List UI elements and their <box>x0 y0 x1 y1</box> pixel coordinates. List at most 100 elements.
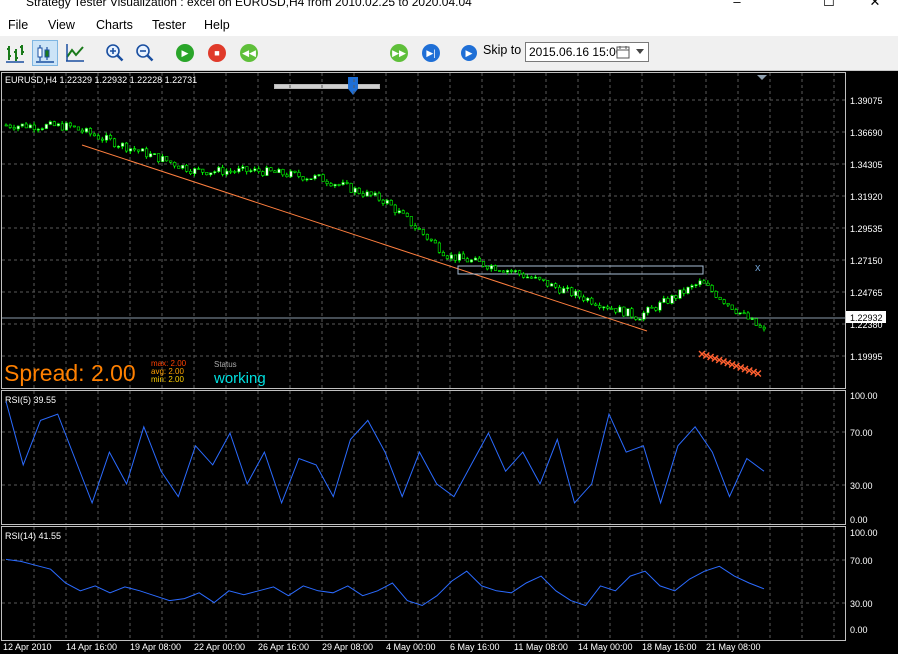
candle-body <box>60 123 64 131</box>
toolbar: ▶ ■ ◀◀ ▶▶ ▶| ▶ <box>0 36 898 95</box>
candle-body <box>758 325 762 328</box>
candle-body <box>598 305 602 308</box>
candle-body <box>453 254 457 261</box>
spread-label: Spread: 2.00 <box>4 360 136 386</box>
stop-button[interactable]: ■ <box>204 40 230 66</box>
rewind-button[interactable]: ◀◀ <box>236 40 262 66</box>
candle-body <box>28 124 32 129</box>
candle-body <box>257 168 261 172</box>
candle-body <box>734 309 738 314</box>
candle-body <box>321 174 325 182</box>
candle-body <box>441 252 445 257</box>
candle-body <box>738 312 742 315</box>
candle-body <box>169 160 173 163</box>
candle-body <box>754 318 758 326</box>
candle-body <box>269 167 273 172</box>
menu-tester[interactable]: Tester <box>152 18 186 32</box>
candle-body <box>546 280 550 287</box>
candle-body <box>409 216 413 227</box>
close-marker[interactable]: x <box>755 262 761 274</box>
candle-body <box>594 303 598 306</box>
line-chart-icon <box>66 44 84 62</box>
candle-body <box>722 299 726 304</box>
close-button[interactable]: ✕ <box>852 0 898 10</box>
candle-body <box>285 174 289 178</box>
zoom-out-button[interactable] <box>132 40 158 66</box>
candle-body <box>80 129 85 133</box>
skip-to-button-icon-wrap[interactable]: ▶ <box>457 42 481 64</box>
candle-body <box>129 148 133 152</box>
menu-charts[interactable]: Charts <box>96 18 133 32</box>
minimize-button[interactable]: – <box>714 0 760 9</box>
candle-body <box>397 210 401 214</box>
candle-body <box>602 306 606 309</box>
candle-body <box>64 122 68 131</box>
candle-body <box>16 125 20 130</box>
candle-body <box>389 200 393 206</box>
candle-body <box>674 295 678 299</box>
skip-to-end-button[interactable]: ▶| <box>418 40 444 66</box>
candle-body <box>646 306 650 314</box>
line-chart-button[interactable] <box>62 40 88 66</box>
price-label: 1.31920 <box>850 192 883 202</box>
candle-body <box>40 128 44 130</box>
candle-body <box>542 278 546 281</box>
candle-body <box>32 124 36 130</box>
candle-body <box>4 124 8 127</box>
chart-area[interactable]: 1.39075 1.36690 1.34305 1.31920 1.29535 … <box>0 70 898 654</box>
skip-to-datetime-input[interactable]: 2015.06.16 15:00 <box>525 42 649 62</box>
trendline[interactable] <box>81 144 648 332</box>
candle-body <box>209 172 213 176</box>
menu-view[interactable]: View <box>48 18 75 32</box>
bar-chart-button[interactable] <box>2 40 28 66</box>
candle-body <box>12 127 16 130</box>
calendar-icon[interactable] <box>616 45 630 59</box>
scroll-indicator[interactable] <box>757 75 767 80</box>
candle-body <box>686 286 690 294</box>
candle-body <box>92 133 97 137</box>
candle-body <box>325 181 329 184</box>
candle-body <box>141 148 145 152</box>
candle-body <box>534 276 538 279</box>
stop-icon: ■ <box>208 44 226 62</box>
candle-body <box>421 229 425 235</box>
fast-forward-icon: ▶▶ <box>390 44 408 62</box>
bar-chart-icon <box>6 45 24 63</box>
candle-body <box>177 165 181 169</box>
candle-body <box>96 135 101 140</box>
candle-body <box>502 270 506 273</box>
candle-body <box>205 172 209 176</box>
candle-body <box>622 306 626 317</box>
skip-to-end-icon: ▶| <box>422 44 440 62</box>
skip-to-button[interactable]: Skip to <box>483 43 521 57</box>
zoom-in-button[interactable] <box>102 40 128 66</box>
maximize-button[interactable]: ☐ <box>806 0 852 10</box>
chevron-down-icon[interactable] <box>634 48 646 56</box>
candle-body <box>161 156 165 163</box>
candle-body <box>730 304 734 310</box>
candlestick-button[interactable] <box>32 40 58 66</box>
rsi14-panel[interactable] <box>1 526 846 641</box>
play-button[interactable]: ▶ <box>172 40 198 66</box>
candle-body <box>510 270 514 272</box>
candle-body <box>381 199 385 204</box>
candle-body <box>20 123 24 127</box>
menu-file[interactable]: File <box>8 18 28 32</box>
candle-body <box>526 276 530 279</box>
spread-hatch-marks <box>698 350 762 377</box>
menu-help[interactable]: Help <box>204 18 230 32</box>
candle-body <box>706 282 710 286</box>
fast-forward-button[interactable]: ▶▶ <box>386 40 412 66</box>
price-label: 1.29535 <box>850 224 883 234</box>
candle-body <box>233 171 237 173</box>
candle-body <box>714 291 718 298</box>
price-label: 1.24765 <box>850 288 883 298</box>
candle-body <box>678 289 682 299</box>
candle-body <box>36 128 40 131</box>
candle-body <box>289 170 293 178</box>
candle-body <box>201 168 205 173</box>
candle-body <box>121 142 125 147</box>
candle-body <box>554 283 558 288</box>
rsi5-panel[interactable] <box>1 390 846 525</box>
candle-body <box>574 290 578 296</box>
